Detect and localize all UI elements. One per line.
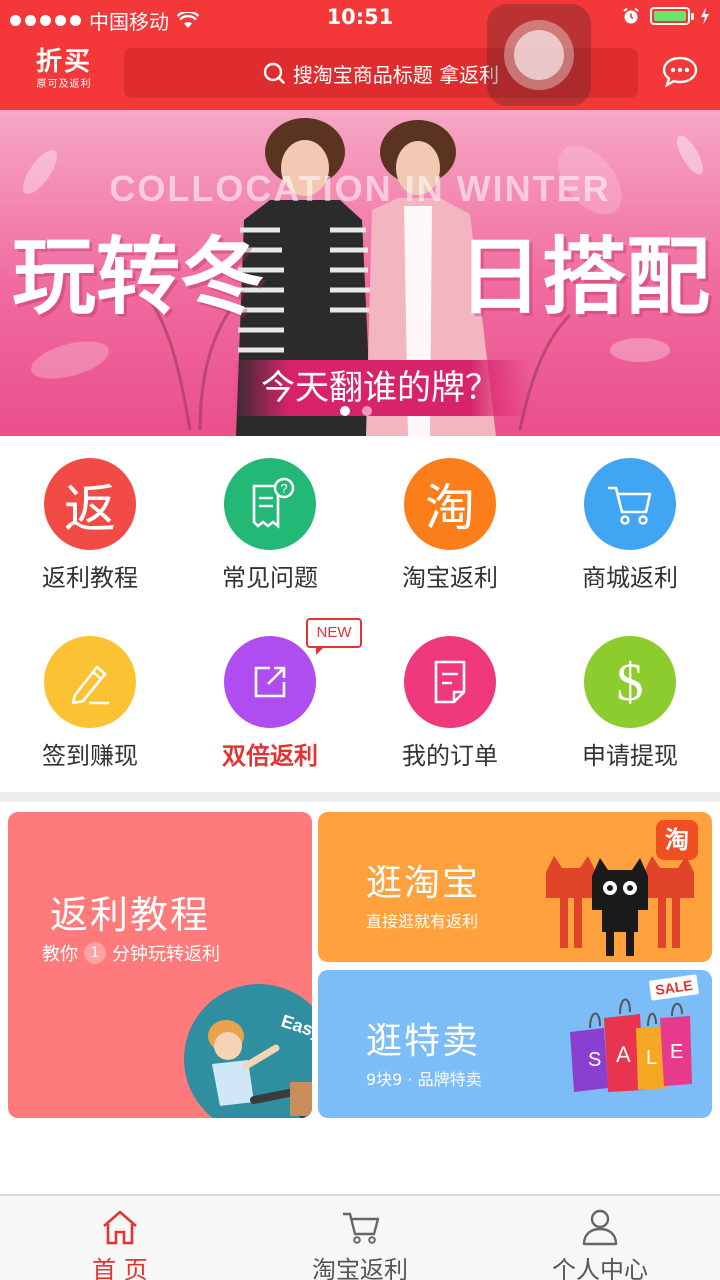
svg-text:A: A [616,1042,631,1067]
grid-item-label: 我的订单 [402,742,498,770]
tab-home[interactable]: 首 页 [0,1196,240,1280]
bottom-tab-bar: 首 页 淘宝返利 个人中心 [0,1194,720,1280]
grid-item-faq[interactable]: ? 常见问题 [180,436,360,614]
tab-label: 首 页 [92,1256,148,1280]
search-placeholder: 搜淘宝商品标题 拿返利 [292,62,500,87]
taobao-card[interactable]: 逛淘宝 直接逛就有返利 淘 [318,812,712,962]
grid-item-label: 双倍返利 [222,742,318,770]
grid-item-label: 商城返利 [582,564,678,592]
cart-icon [343,1212,380,1244]
tab-label: 淘宝返利 [312,1256,408,1280]
faq-receipt-icon: ? [224,458,316,550]
grid-item-label: 返利教程 [42,564,138,592]
sale-card-subtitle: 9块9 · 品牌特卖 [366,1070,482,1089]
sale-card-title: 逛特卖 [366,1021,481,1062]
taobao-card-title: 逛淘宝 [366,863,481,904]
tab-taobao-fanli[interactable]: 淘宝返利 [240,1196,480,1280]
svg-text:S: S [588,1049,601,1071]
order-doc-icon [404,636,496,728]
pager-dot-active[interactable] [340,406,350,416]
section-divider [0,792,720,802]
grid-item-label: 签到赚现 [42,742,138,770]
tab-profile[interactable]: 个人中心 [480,1196,720,1280]
app-screen: 中国移动 10:51 折买 原可及返利 搜淘宝商品标题 拿返利 COLLOCAT… [0,0,720,1280]
battery-icon [650,7,694,25]
home-icon [103,1210,137,1245]
taobao-card-subtitle: 直接逛就有返利 [366,912,479,931]
tutorial-card-subtitle: 教你 1 分钟玩转返利 [42,942,220,965]
search-icon [263,62,285,84]
svg-text:L: L [646,1047,657,1069]
share-icon [224,636,316,728]
banner-title-left: 玩转冬 [12,228,265,326]
banner-english-text: COLLOCATION IN WINTER [109,168,611,209]
easy-mascot-image: Easy! [184,984,312,1118]
svg-text:E: E [670,1041,683,1063]
tab-label: 个人中心 [552,1256,648,1280]
grid-item-taobao-fanli[interactable]: 淘 淘宝返利 [360,436,540,614]
message-icon[interactable] [662,56,698,88]
logo-title: 折买 [35,47,92,77]
assistive-touch-button[interactable] [487,4,591,106]
grid-item-my-orders[interactable]: 我的订单 [360,614,540,792]
banner-pager[interactable] [340,406,372,416]
grid-item-label: 淘宝返利 [402,564,498,592]
easy-sticker-text: Easy! [279,1011,312,1045]
shopping-bags-image: SALE S A L E [570,974,699,1092]
status-bar: 中国移动 10:51 [0,0,720,36]
top-bar: 中国移动 10:51 折买 原可及返利 搜淘宝商品标题 拿返利 [0,0,720,110]
number-badge: 1 [84,942,106,964]
new-badge: NEW [306,618,362,655]
grid-item-withdraw[interactable]: $ 申请提现 [540,614,720,792]
grid-item-mall-fanli[interactable]: 商城返利 [540,436,720,614]
tao-char-icon: 淘 [404,458,496,550]
pager-dot[interactable] [362,406,372,416]
grid-item-label: 申请提现 [582,742,678,770]
banner-title-right: 日搭配 [457,228,710,326]
grid-item-double-fanli[interactable]: NEW 双倍返利 [180,614,362,792]
feature-grid: 返 返利教程 ? 常见问题 淘 淘宝返利 商城返利 签到赚现 NEW 双倍返利 … [0,436,720,792]
grid-item-label: 常见问题 [222,564,318,592]
user-icon [582,1209,618,1246]
banner-tagline: 今天翻谁的牌？ [230,360,530,416]
svg-text:?: ? [280,481,287,496]
fan-char-icon: 返 [44,458,136,550]
pencil-icon [44,636,136,728]
status-time: 10:51 [326,5,394,29]
cart-icon [584,458,676,550]
sale-card[interactable]: 逛特卖 9块9 · 品牌特卖 SALE S A L E [318,970,712,1118]
dollar-icon: $ [584,636,676,728]
tutorial-card-title: 返利教程 [50,893,211,937]
tmall-cats-image [546,856,694,956]
grid-item-fanli-tutorial[interactable]: 返 返利教程 [0,436,180,614]
promo-banner[interactable]: COLLOCATION IN WINTER 玩转冬 日搭配 今天翻谁的牌？ [0,110,720,436]
grid-item-checkin[interactable]: 签到赚现 [0,614,180,792]
alarm-icon [623,7,639,24]
logo-subtitle: 原可及返利 [36,79,92,90]
app-logo[interactable]: 折买 原可及返利 [24,46,104,100]
tutorial-card[interactable]: 返利教程 教你 1 分钟玩转返利 Easy! [8,812,312,1118]
charging-icon [701,7,709,25]
